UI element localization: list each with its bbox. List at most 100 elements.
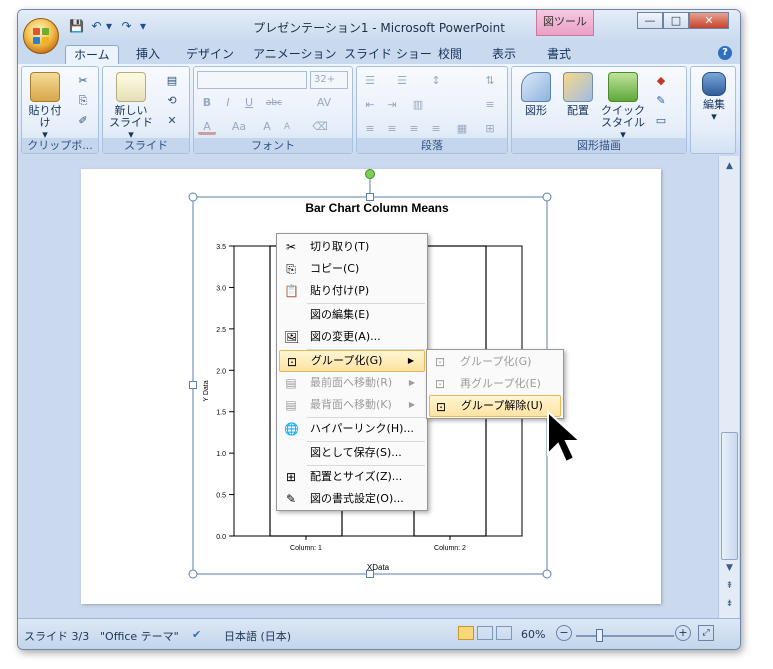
menu-item-send-to-back[interactable]: ▤ 最背面へ移動(K) ▶	[279, 394, 425, 416]
submenu-item-regroup[interactable]: ⊡ 再グループ化(E)	[429, 373, 561, 395]
zoom-out-button[interactable]: −	[556, 625, 572, 641]
resize-handle	[188, 569, 198, 579]
delete-slide-icon[interactable]: ✕	[163, 113, 181, 129]
menu-item-group[interactable]: ⊡ グループ化(G) ▶	[279, 350, 425, 372]
increase-indent-icon[interactable]: ⇥	[383, 97, 401, 113]
submenu-item-group[interactable]: ⊡ グループ化(G)	[429, 351, 561, 373]
paste-button[interactable]: 貼り付け ▾	[25, 72, 65, 141]
menu-item-hyperlink[interactable]: 🌐 ハイパーリンク(H)...	[279, 418, 425, 440]
menu-item-bring-to-front-label: 最前面へ移動(R)	[310, 376, 393, 389]
scroll-down-button[interactable]: ▼	[721, 560, 738, 576]
reset-slide-icon[interactable]: ⟲	[163, 93, 181, 109]
next-slide-button[interactable]: ⇟	[721, 596, 738, 612]
menu-item-edit-picture[interactable]: 図の編集(E)	[279, 304, 425, 326]
normal-view-icon[interactable]	[458, 626, 474, 640]
save-icon[interactable]: 💾	[68, 19, 85, 34]
tab-animations[interactable]: アニメーション	[245, 45, 345, 64]
decrease-indent-icon[interactable]: ⇤	[361, 97, 379, 113]
vertical-scrollbar[interactable]: ▲ ▼ ⇞ ⇟	[718, 156, 739, 618]
shrink-font-button[interactable]: A	[278, 119, 296, 135]
tab-design[interactable]: デザイン	[178, 45, 242, 64]
slideshow-view-icon[interactable]	[496, 626, 512, 640]
format-painter-icon[interactable]: ✐	[74, 113, 92, 129]
menu-item-change-picture[interactable]: 🖼 図の変更(A)...	[279, 326, 425, 348]
zoom-level[interactable]: 60%	[521, 628, 545, 641]
justify-icon[interactable]: ≡	[427, 121, 445, 137]
arrange-button[interactable]: 配置	[558, 72, 598, 117]
font-color-button[interactable]: A	[198, 119, 216, 135]
menu-item-group-label: グループ化(G)	[311, 354, 383, 367]
align-text-icon[interactable]: ≡	[481, 97, 499, 113]
align-center-icon[interactable]: ≡	[383, 121, 401, 137]
grow-font-button[interactable]: A	[258, 119, 276, 135]
minimize-button[interactable]: —	[637, 12, 663, 29]
cut-icon[interactable]: ✂	[74, 73, 92, 89]
menu-item-format-picture[interactable]: ✎ 図の書式設定(O)...	[279, 488, 425, 510]
menu-item-size-position[interactable]: ⊞ 配置とサイズ(Z)...	[279, 466, 425, 488]
menu-item-save-as-picture[interactable]: 図として保存(S)...	[279, 442, 425, 464]
italic-button[interactable]: I	[219, 95, 237, 111]
help-icon[interactable]: ?	[718, 46, 732, 60]
shape-fill-icon[interactable]: ◆	[652, 73, 670, 89]
tab-format[interactable]: 書式	[539, 45, 579, 64]
language-status[interactable]: 日本語 (日本)	[224, 628, 291, 644]
zoom-in-button[interactable]: +	[675, 625, 691, 641]
distribute-icon[interactable]: ▦	[453, 121, 471, 137]
menu-item-hyperlink-label: ハイパーリンク(H)...	[310, 422, 414, 435]
zoom-slider-thumb[interactable]	[596, 629, 603, 642]
change-case-button[interactable]: Aa	[228, 119, 250, 135]
office-button[interactable]	[23, 18, 59, 54]
new-slide-button[interactable]: 新しい スライド ▾	[107, 72, 155, 141]
zoom-slider-track[interactable]	[576, 635, 674, 637]
qat-customize-icon[interactable]: ▾	[138, 19, 148, 34]
tab-slideshow[interactable]: スライド ショー	[336, 45, 440, 64]
char-spacing-button[interactable]: AV	[313, 95, 335, 111]
ribbon-tabs: ホーム 挿入 デザイン アニメーション スライド ショー 校閲 表示 書式 ?	[18, 42, 740, 64]
editing-button[interactable]: 編集 ▾	[694, 72, 734, 123]
x-tick-label: Column: 2	[434, 545, 466, 552]
menu-item-bring-to-front[interactable]: ▤ 最前面へ移動(R) ▶	[279, 372, 425, 394]
drawing-group-label: 図形描画	[512, 138, 686, 153]
submenu-item-ungroup[interactable]: ⊡ グループ解除(U)	[429, 395, 561, 417]
layout-icon[interactable]: ▤	[163, 73, 181, 89]
line-spacing-icon[interactable]: ↕	[427, 73, 445, 89]
tab-home[interactable]: ホーム	[65, 45, 119, 64]
text-direction-icon[interactable]: ⇅	[481, 73, 499, 89]
paragraph-group-label: 段落	[357, 138, 507, 153]
redo-icon[interactable]: ↷	[118, 19, 135, 34]
shape-outline-icon[interactable]: ✎	[652, 93, 670, 109]
submenu-item-ungroup-label: グループ解除(U)	[461, 399, 543, 412]
copy-icon[interactable]: ⎘	[74, 93, 92, 109]
menu-item-copy[interactable]: ⎘ コピー(C)	[279, 258, 425, 280]
fit-to-window-icon[interactable]: ⤢	[698, 625, 714, 641]
close-button[interactable]: ✕	[689, 12, 729, 29]
undo-dropdown-icon[interactable]: ▾	[104, 19, 114, 34]
slide-sorter-icon[interactable]	[477, 626, 493, 640]
previous-slide-button[interactable]: ⇞	[721, 578, 738, 594]
columns-icon[interactable]: ▥	[409, 97, 427, 113]
clear-formatting-icon[interactable]: ⌫	[311, 119, 329, 135]
font-name-combo[interactable]	[197, 71, 307, 89]
tab-view[interactable]: 表示	[484, 45, 524, 64]
shape-effects-icon[interactable]: ▭	[652, 113, 670, 129]
spell-check-icon[interactable]: ✔	[192, 628, 201, 641]
quick-styles-button[interactable]: クイック スタイル ▾	[600, 72, 646, 141]
tab-insert[interactable]: 挿入	[128, 45, 168, 64]
smartart-icon[interactable]: ⊞	[481, 121, 499, 137]
underline-button[interactable]: U	[240, 95, 258, 111]
bold-button[interactable]: B	[198, 95, 216, 111]
undo-icon[interactable]: ↶	[88, 19, 105, 34]
maximize-button[interactable]: □	[663, 12, 689, 29]
align-left-icon[interactable]: ≡	[361, 121, 379, 137]
numbering-icon[interactable]: ☰	[393, 73, 411, 89]
menu-item-paste[interactable]: 📋 貼り付け(P)	[279, 280, 425, 302]
bullets-icon[interactable]: ☰	[361, 73, 379, 89]
scroll-thumb[interactable]	[721, 432, 738, 560]
shapes-button[interactable]: 図形	[516, 72, 556, 117]
strikethrough-button[interactable]: abc	[263, 95, 285, 111]
tab-review[interactable]: 校閲	[430, 45, 470, 64]
font-size-combo[interactable]: 32+	[310, 71, 348, 89]
menu-item-cut[interactable]: ✂ 切り取り(T)	[279, 236, 425, 258]
align-right-icon[interactable]: ≡	[405, 121, 423, 137]
scroll-up-button[interactable]: ▲	[721, 158, 738, 174]
